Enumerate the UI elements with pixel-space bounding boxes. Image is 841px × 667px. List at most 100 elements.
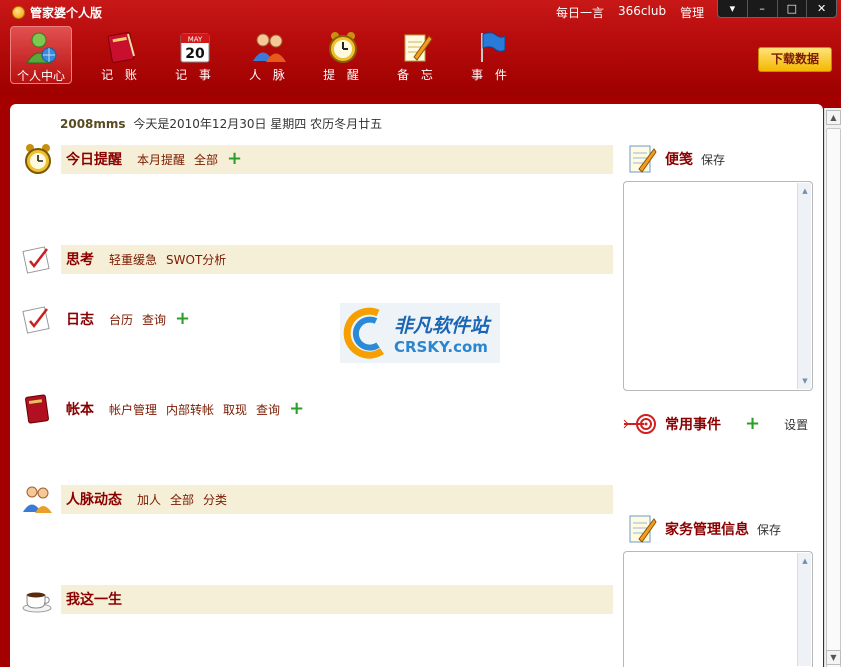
alarm-clock-icon (325, 30, 361, 64)
people-icon (21, 483, 53, 515)
events-title: 常用事件 (665, 417, 721, 433)
checklist-icon (21, 243, 53, 275)
minimize-button[interactable]: – (748, 0, 778, 17)
nav-events[interactable]: 事 件 (454, 26, 528, 84)
scroll-down-arrow-icon[interactable]: ▼ (799, 375, 811, 387)
household-save-link[interactable]: 保存 (757, 521, 781, 538)
household-scrollbar[interactable]: ▲ (797, 553, 811, 666)
app-logo-icon (12, 6, 25, 19)
contacts-section-header: 人脉动态 加人 全部 分类 (66, 489, 227, 509)
nav-bookkeeping[interactable]: 记 账 (84, 26, 158, 84)
accounts-query-link[interactable]: 查询 (256, 401, 280, 418)
dateline: 2008mms 今天是2010年12月30日 星期四 农历冬月廿五 (60, 115, 382, 132)
manage-link[interactable]: 管理 (680, 4, 704, 21)
life-section-band (61, 585, 613, 614)
scroll-down-arrow-icon[interactable]: ▼ (826, 650, 841, 665)
events-settings-link[interactable]: 设置 (784, 416, 808, 433)
household-header: 家务管理信息 保存 (627, 513, 781, 545)
all-contacts-link[interactable]: 全部 (170, 491, 194, 508)
ledger-book-icon (103, 30, 139, 64)
notepad-pencil-icon (399, 30, 435, 64)
swot-analysis-link[interactable]: SWOT分析 (166, 251, 226, 268)
close-button[interactable]: ✕ (807, 0, 836, 17)
thinking-section-header: 思考 轻重缓急 SWOT分析 (66, 249, 226, 269)
diary-query-link[interactable]: 查询 (142, 311, 166, 328)
add-diary-plus-icon[interactable]: + (175, 310, 190, 328)
nav-label: 个人中心 (16, 69, 65, 83)
window-controls: ▾ – □ ✕ (717, 0, 837, 18)
watermark-cn-text: 非凡软件站 (394, 314, 490, 337)
calendar-day-text: 20 (185, 46, 205, 62)
main-scrollbar[interactable]: ▲ ▼ (824, 108, 841, 667)
notes-scrollbar[interactable]: ▲ ▼ (797, 183, 811, 389)
withdraw-cash-link[interactable]: 取现 (223, 401, 247, 418)
notes-header: 便笺 保存 (627, 143, 725, 175)
internal-transfer-link[interactable]: 内部转帐 (166, 401, 214, 418)
app-title: 管家婆个人版 (12, 4, 102, 21)
alarm-clock-icon (22, 143, 54, 175)
account-management-link[interactable]: 帐户管理 (109, 401, 157, 418)
life-section-header: 我这一生 (66, 589, 128, 609)
nav-personal-center[interactable]: 个人中心 (10, 26, 72, 84)
diary-title: 日志 (66, 312, 94, 328)
daily-quote-link[interactable]: 每日一言 (556, 4, 604, 21)
username: 2008mms (60, 117, 126, 131)
nav-contacts[interactable]: 人 脉 (232, 26, 306, 84)
desk-calendar-link[interactable]: 台历 (109, 311, 133, 328)
watermark-logo-icon (343, 307, 385, 359)
coffee-cup-icon (21, 583, 53, 615)
app-title-text: 管家婆个人版 (30, 6, 103, 20)
nav-label: 人 脉 (249, 68, 289, 82)
maximize-button[interactable]: □ (778, 0, 808, 17)
scroll-up-arrow-icon[interactable]: ▲ (826, 110, 841, 125)
calendar-icon: MAY 20 (177, 30, 213, 64)
club-link[interactable]: 366club (618, 4, 666, 21)
main-nav: 个人中心 记 账 MAY 20 记 事 人 脉 提 醒 备 忘 事 件 (10, 26, 528, 84)
add-account-plus-icon[interactable]: + (289, 400, 304, 418)
household-textarea[interactable]: ▲ (623, 551, 813, 667)
today-date: 今天是2010年12月30日 星期四 农历冬月廿五 (133, 117, 383, 131)
accounts-section-header: 帐本 帐户管理 内部转帐 取现 查询 + (66, 399, 304, 419)
diary-section-header: 日志 台历 查询 + (66, 309, 190, 329)
thinking-title: 思考 (66, 252, 94, 268)
scroll-up-arrow-icon[interactable]: ▲ (799, 185, 811, 197)
accounts-title: 帐本 (66, 402, 94, 418)
nav-label: 记 账 (101, 68, 141, 82)
top-links: 每日一言 366club 管理 (556, 4, 704, 21)
add-reminder-plus-icon[interactable]: + (227, 150, 242, 168)
scroll-up-arrow-icon[interactable]: ▲ (799, 555, 811, 567)
add-contact-link[interactable]: 加人 (137, 491, 161, 508)
red-book-icon (21, 393, 53, 425)
nav-reminder[interactable]: 提 醒 (306, 26, 380, 84)
household-title: 家务管理信息 (665, 522, 749, 538)
person-globe-icon (23, 31, 59, 65)
nav-label: 提 醒 (323, 68, 363, 82)
notepad-pencil-icon (629, 515, 657, 543)
reminder-section-header: 今日提醒 本月提醒 全部 + (66, 149, 242, 169)
life-title: 我这一生 (66, 592, 122, 608)
nav-memo[interactable]: 备 忘 (380, 26, 454, 84)
all-reminders-link[interactable]: 全部 (194, 151, 218, 168)
notes-textarea[interactable]: ▲ ▼ (623, 181, 813, 391)
priority-link[interactable]: 轻重缓急 (109, 251, 157, 268)
target-arrow-icon (623, 414, 656, 434)
notepad-pencil-icon (629, 145, 657, 173)
events-header: 常用事件 + 设置 (623, 413, 808, 435)
add-event-plus-icon[interactable]: + (745, 415, 760, 433)
scroll-thumb[interactable] (826, 128, 841, 667)
site-watermark: 非凡软件站 CRSKY.com (340, 303, 500, 363)
notes-save-link[interactable]: 保存 (701, 151, 725, 168)
contact-categories-link[interactable]: 分类 (203, 491, 227, 508)
notes-title: 便笺 (665, 152, 693, 168)
contacts-title: 人脉动态 (66, 492, 122, 508)
download-data-button[interactable]: 下载数据 (758, 47, 832, 72)
nav-notes[interactable]: MAY 20 记 事 (158, 26, 232, 84)
watermark-en-text: CRSKY.com (394, 337, 488, 356)
dropdown-menu-button[interactable]: ▾ (718, 0, 748, 17)
people-icon (251, 30, 287, 64)
nav-label: 事 件 (471, 68, 511, 82)
monthly-reminder-link[interactable]: 本月提醒 (137, 151, 185, 168)
checklist-icon (21, 303, 53, 335)
flag-icon (473, 30, 509, 64)
reminder-title: 今日提醒 (66, 152, 122, 168)
